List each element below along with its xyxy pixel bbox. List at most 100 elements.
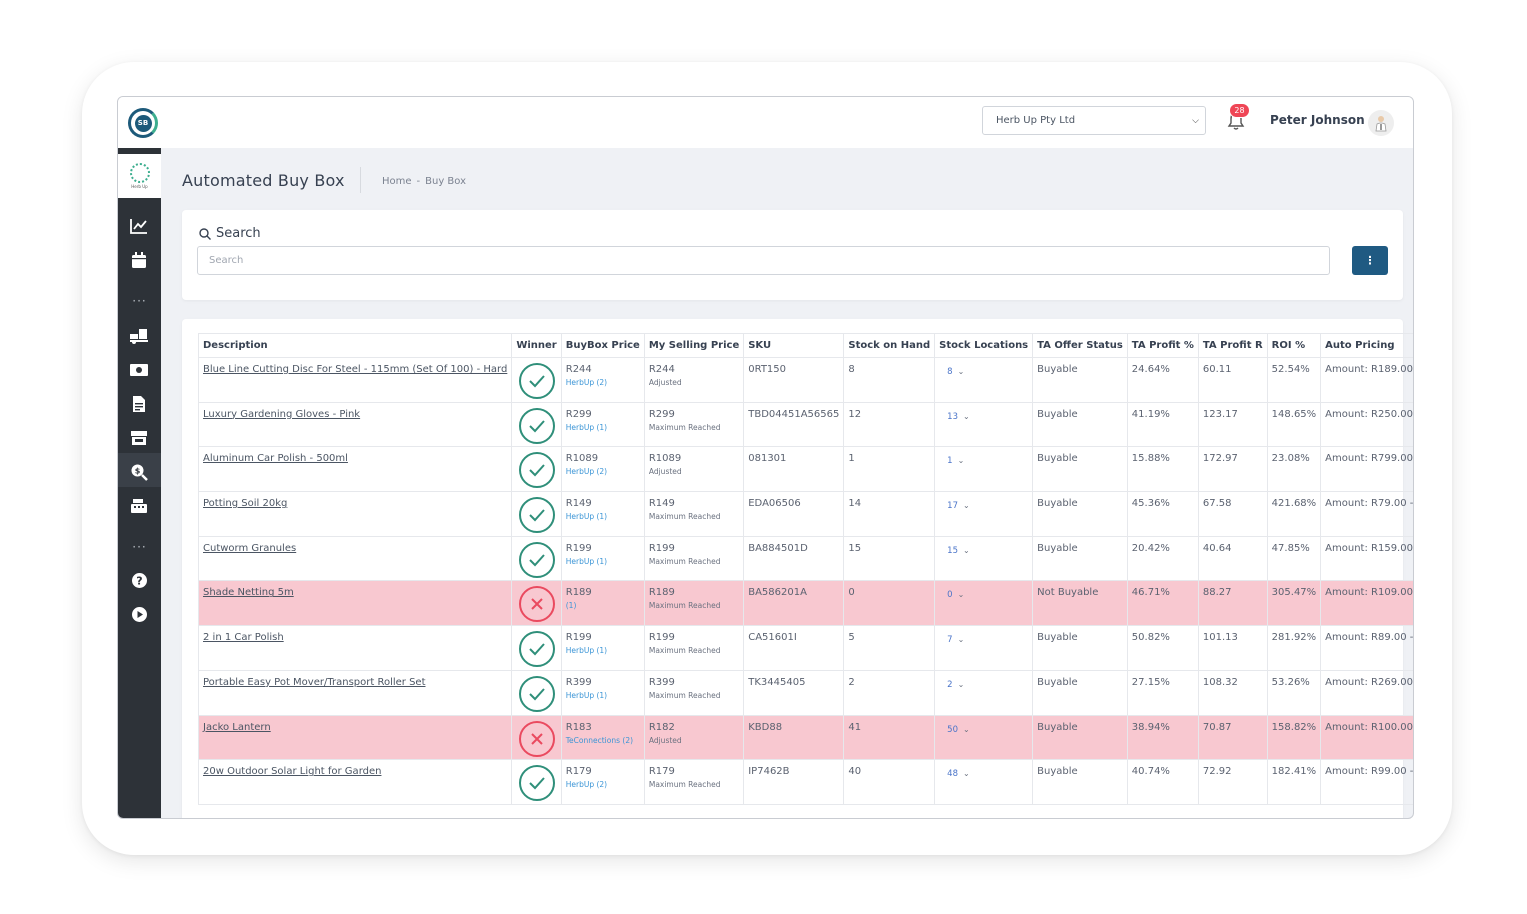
column-header[interactable]: TA Profit % [1126,333,1199,358]
buybox-seller-link[interactable]: TeConnections (2) [566,736,640,745]
column-header[interactable]: Description [197,333,513,358]
chevron-down-icon: ⌄ [962,545,970,555]
money-bill-icon[interactable] [129,360,149,380]
column-header[interactable]: Winner [511,333,562,358]
cell-locations: 0 ⌄ [934,580,1034,627]
product-link[interactable]: Potting Soil 20kg [203,498,287,509]
cell-auto-pricing: Amount: R79.00 - R149 [1320,491,1413,537]
chevron-down-icon: ⌄ [962,769,970,779]
company-select-value: Herb Up Pty Ltd [996,115,1076,126]
my-selling-price: R199 [648,632,675,644]
cell-auto-pricing: Amount: R189.00 - R249 [1320,357,1413,403]
product-link[interactable]: 20w Outdoor Solar Light for Garden [203,766,381,777]
column-header[interactable]: Stock Locations [934,333,1034,358]
cell-description: Potting Soil 20kg [197,491,513,537]
column-header[interactable]: BuyBox Price [560,333,645,358]
column-header[interactable]: My Selling Price [643,333,745,358]
more-options-button[interactable]: ⋮ [1352,246,1388,275]
search-card: Search Search ⋮ [182,210,1403,300]
chart-line-icon[interactable] [129,216,149,236]
product-link[interactable]: 2 in 1 Car Polish [203,632,284,643]
cell-roi: 148.65% [1266,401,1322,448]
company-select[interactable]: Herb Up Pty Ltd ⌵ [982,106,1206,135]
buybox-seller-link[interactable]: HerbUp (1) [566,512,640,521]
locations-count: 48 [947,769,958,780]
product-link[interactable]: Portable Easy Pot Mover/Transport Roller… [203,677,426,688]
column-header[interactable]: Stock on Hand [843,333,936,358]
table-row[interactable]: Shade Netting 5m R189 (1) R189 Maximum Reach… [197,580,1413,627]
stock-locations-dropdown[interactable]: 50 ⌄ [939,725,970,735]
search-dollar-icon[interactable]: $ [129,462,149,482]
product-link[interactable]: Jacko Lantern [203,722,271,733]
table-row[interactable]: Potting Soil 20kg R149 HerbUp (1) R149 Maxim… [197,491,1413,537]
stock-locations-dropdown[interactable]: 17 ⌄ [939,501,970,511]
cash-register-icon[interactable] [129,496,149,516]
column-header[interactable]: SKU [743,333,845,358]
truck-loading-icon[interactable] [129,326,149,346]
price-note: Adjusted [648,378,682,387]
table-row[interactable]: Luxury Gardening Gloves - Pink R299 HerbUp… [197,401,1413,448]
sidebar-separator-dots: ··· [132,540,147,554]
column-header[interactable]: TA Profit R [1197,333,1268,358]
table-row[interactable]: Jacko Lantern R183 TeConnections (2) R182 Ad… [197,714,1413,761]
cell-stock: 2 [843,669,936,716]
buybox-table: Description Winner BuyBox Price My Selling … [197,333,1413,805]
buybox-price: R244 [565,364,592,375]
cell-locations: 48 ⌄ [934,759,1034,805]
breadcrumb-home[interactable]: Home [382,176,412,187]
file-invoice-icon[interactable] [129,394,149,414]
table-row[interactable]: Blue Line Cutting Disc For Steel - 115mm… [197,357,1413,403]
play-circle-icon[interactable] [129,604,149,624]
buybox-seller-link[interactable]: HerbUp (2) [566,780,640,789]
stock-locations-dropdown[interactable]: 48 ⌄ [939,769,970,779]
cell-my-price: R189 Maximum Reached [643,580,745,627]
product-link[interactable]: Cutworm Granules [203,543,296,554]
product-link[interactable]: Blue Line Cutting Disc For Steel - 115mm… [203,364,507,375]
table-row[interactable]: 2 in 1 Car Polish R199 HerbUp (1) R199 Maxim… [197,625,1413,671]
user-name[interactable]: Peter Johnson [1270,113,1365,127]
avatar[interactable] [1368,110,1394,136]
table-row[interactable]: Aluminum Car Polish - 500ml R1089 HerbUp (… [197,446,1413,493]
product-link[interactable]: Aluminum Car Polish - 500ml [203,453,348,464]
product-link[interactable]: Luxury Gardening Gloves - Pink [203,409,360,420]
cell-locations: 17 ⌄ [934,491,1034,537]
buybox-seller-link[interactable]: (1) [566,601,640,610]
stock-locations-dropdown[interactable]: 2 ⌄ [939,680,964,690]
cell-profit-r: 172.97 [1197,446,1268,493]
cell-my-price: R149 Maximum Reached [643,491,745,537]
buybox-seller-link[interactable]: HerbUp (1) [566,646,640,655]
store-icon[interactable] [129,428,149,448]
table-row[interactable]: Portable Easy Pot Mover/Transport Roller… [197,669,1413,716]
stock-locations-dropdown[interactable]: 0 ⌄ [939,590,964,600]
table-row[interactable]: 20w Outdoor Solar Light for Garden R179 He… [197,759,1413,805]
cell-locations: 15 ⌄ [934,535,1034,582]
product-link[interactable]: Shade Netting 5m [203,587,294,598]
cell-stock: 0 [843,580,936,627]
my-selling-price: R199 [648,542,675,554]
buybox-seller-link[interactable]: HerbUp (1) [566,691,640,700]
my-selling-price: R149 [648,498,675,510]
stock-locations-dropdown[interactable]: 1 ⌄ [939,456,964,466]
calendar-icon[interactable] [129,250,149,270]
top-bar: SB Herb Up Pty Ltd ⌵ 28 Peter Johnson [118,97,1413,148]
buybox-seller-link[interactable]: HerbUp (2) [566,378,640,387]
question-circle-icon[interactable]: ? [129,570,149,590]
stock-locations-dropdown[interactable]: 7 ⌄ [939,635,964,645]
stock-locations-dropdown[interactable]: 15 ⌄ [939,546,970,556]
stock-locations-dropdown[interactable]: 8 ⌄ [939,367,964,377]
cell-buybox-price: R399 HerbUp (1) [560,669,645,716]
cell-buybox-price: R299 HerbUp (1) [560,401,645,448]
app-logo[interactable]: SB [128,108,158,138]
buybox-seller-link[interactable]: HerbUp (1) [566,423,640,432]
search-input[interactable]: Search [197,246,1330,275]
column-header[interactable]: ROI % [1266,333,1322,358]
chevron-down-icon: ⌄ [957,679,965,689]
column-header[interactable]: TA Offer Status [1032,333,1128,358]
brand-logo[interactable]: Herb Up [118,154,161,198]
table-row[interactable]: Cutworm Granules R199 HerbUp (1) R199 Maximu… [197,535,1413,582]
buybox-seller-link[interactable]: HerbUp (1) [566,557,640,566]
column-header[interactable]: Auto Pricing [1320,333,1413,358]
stock-locations-dropdown[interactable]: 13 ⌄ [939,412,970,422]
my-selling-price: R299 [648,408,675,420]
buybox-seller-link[interactable]: HerbUp (2) [566,467,640,476]
